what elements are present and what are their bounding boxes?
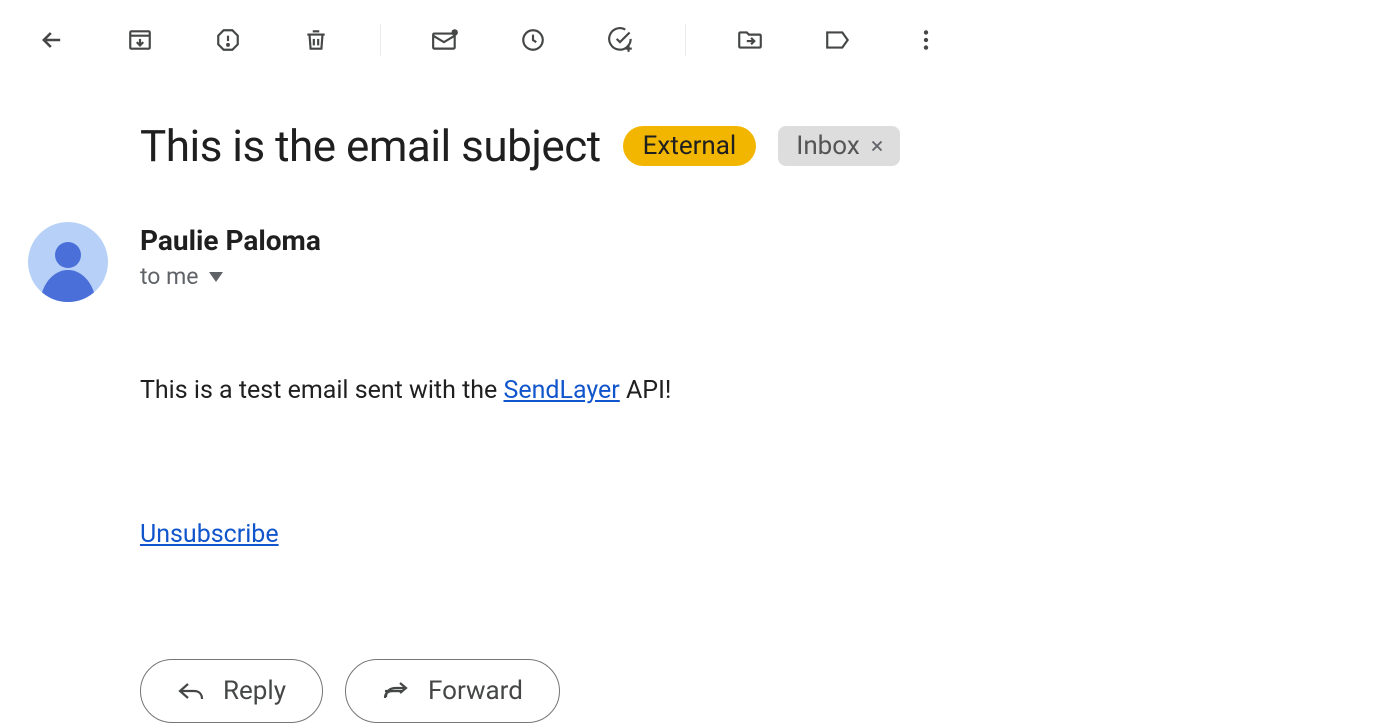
forward-button[interactable]: Forward xyxy=(345,659,560,723)
sendlayer-link[interactable]: SendLayer xyxy=(503,376,619,405)
reply-actions: Reply Forward xyxy=(140,659,1200,723)
toolbar-separator xyxy=(380,24,381,56)
inbox-label-text: Inbox xyxy=(796,131,860,161)
reply-label: Reply xyxy=(223,676,286,706)
archive-button[interactable] xyxy=(116,16,164,64)
add-task-icon xyxy=(607,26,635,54)
body-text-before: This is a test email sent with the xyxy=(140,376,503,405)
spam-icon xyxy=(215,27,241,53)
sender-row: Paulie Paloma to me xyxy=(28,222,1200,302)
sender-name: Paulie Paloma xyxy=(140,224,321,257)
email-content: This is the email subject External Inbox… xyxy=(0,80,1200,723)
email-toolbar xyxy=(0,0,1400,80)
mark-unread-icon xyxy=(431,27,459,53)
move-folder-icon xyxy=(736,27,764,53)
snooze-button[interactable] xyxy=(509,16,557,64)
labels-button[interactable] xyxy=(814,16,862,64)
reply-button[interactable]: Reply xyxy=(140,659,323,723)
reply-icon xyxy=(177,680,205,702)
external-badge: External xyxy=(623,126,757,166)
trash-icon xyxy=(303,27,329,53)
delete-button[interactable] xyxy=(292,16,340,64)
unsubscribe-link[interactable]: Unsubscribe xyxy=(140,520,279,549)
recipients-line[interactable]: to me xyxy=(140,263,321,290)
body-text-after: API! xyxy=(620,376,672,405)
report-spam-button[interactable] xyxy=(204,16,252,64)
remove-label-button[interactable] xyxy=(868,137,886,155)
clock-icon xyxy=(520,27,546,53)
chevron-down-icon xyxy=(209,272,223,282)
mark-unread-button[interactable] xyxy=(421,16,469,64)
email-subject: This is the email subject xyxy=(140,120,601,172)
inbox-label-chip[interactable]: Inbox xyxy=(778,126,900,166)
email-body: This is a test email sent with the SendL… xyxy=(140,372,1200,410)
move-to-button[interactable] xyxy=(726,16,774,64)
unsubscribe-block: Unsubscribe xyxy=(140,520,1200,549)
label-icon xyxy=(824,27,852,53)
close-icon xyxy=(868,137,886,155)
sender-avatar[interactable] xyxy=(28,222,108,302)
forward-arrow-icon xyxy=(382,681,410,701)
archive-icon xyxy=(127,27,153,53)
back-arrow-icon xyxy=(38,26,66,54)
more-button[interactable] xyxy=(902,16,950,64)
more-vert-icon xyxy=(913,27,939,53)
add-to-tasks-button[interactable] xyxy=(597,16,645,64)
sender-info: Paulie Paloma to me xyxy=(140,222,321,290)
forward-label: Forward xyxy=(428,676,523,706)
to-text: to me xyxy=(140,263,199,290)
toolbar-separator xyxy=(685,24,686,56)
subject-row: This is the email subject External Inbox xyxy=(140,120,1200,172)
back-button[interactable] xyxy=(28,16,76,64)
